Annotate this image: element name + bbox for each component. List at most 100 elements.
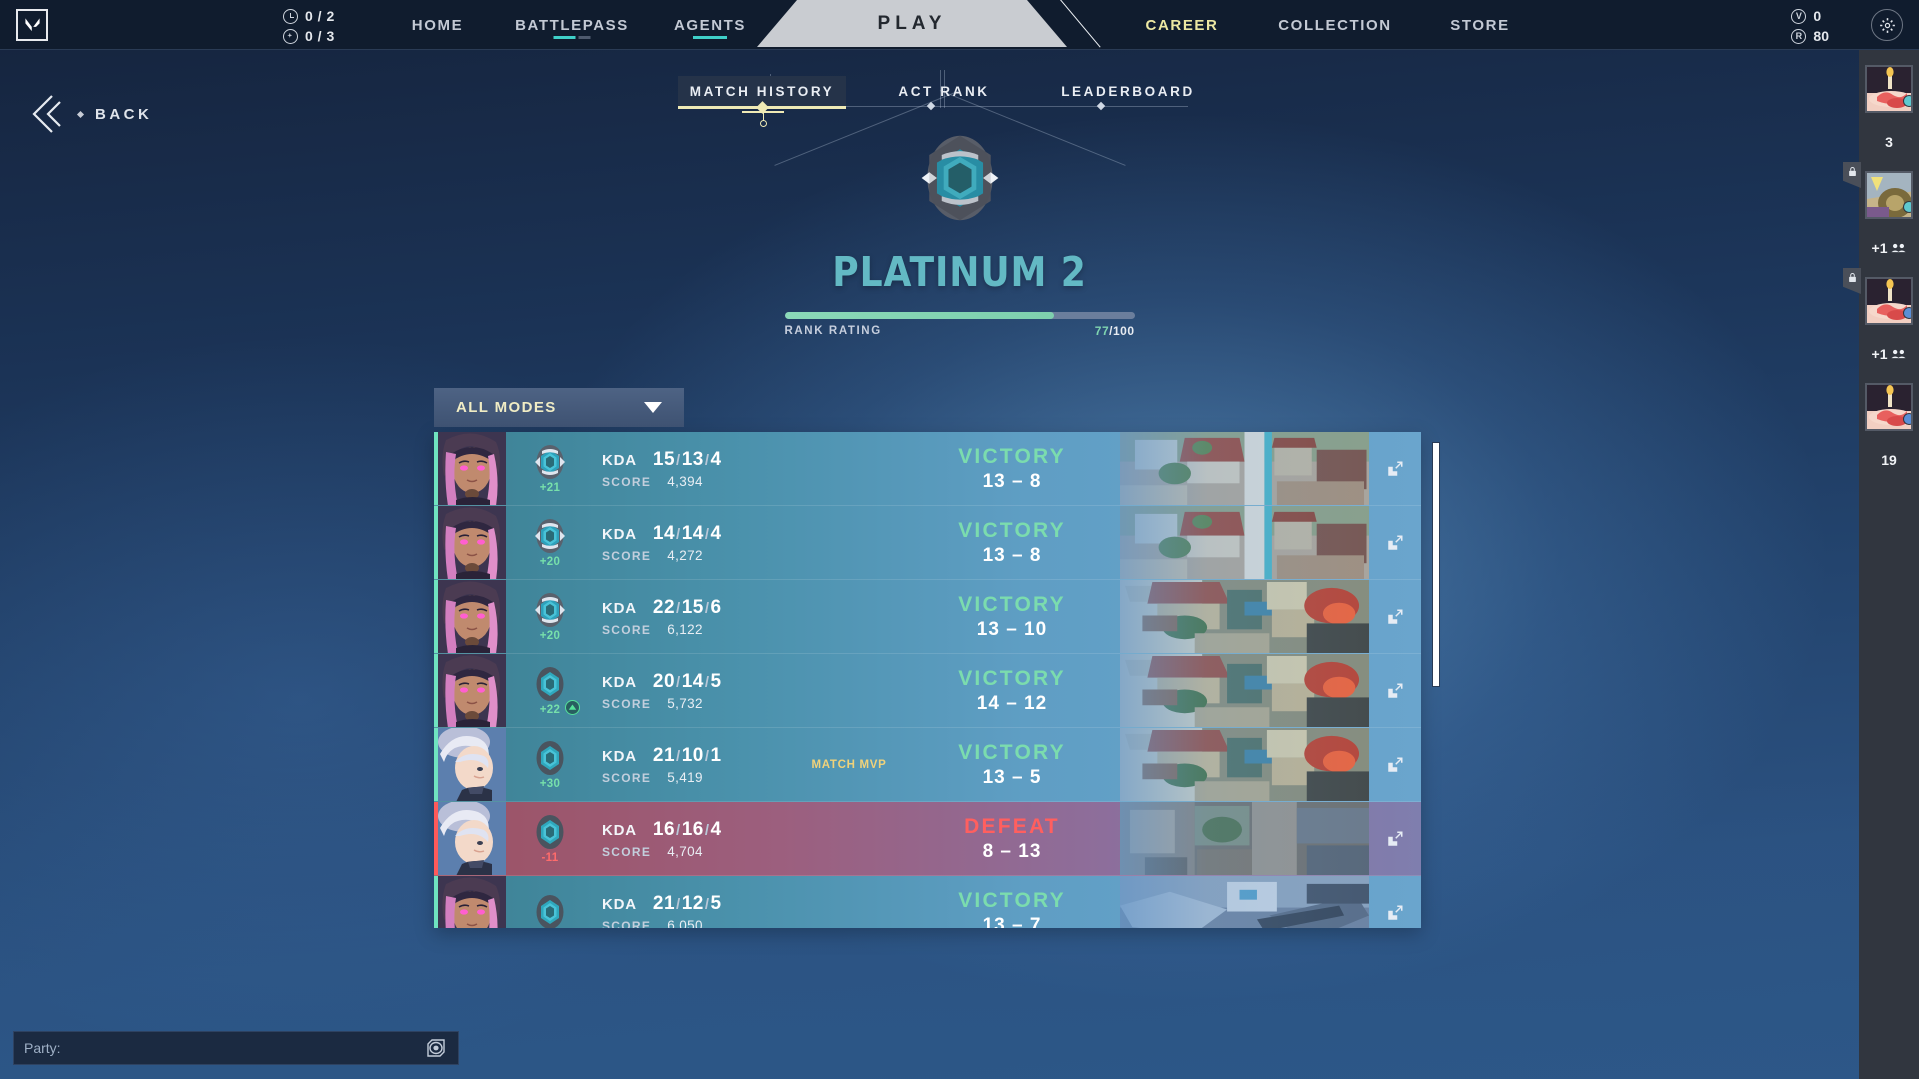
match-expand-button[interactable] — [1369, 580, 1421, 653]
kda-label: KDA — [602, 821, 637, 839]
match-map-thumbnail — [1120, 432, 1369, 505]
rail-player-card[interactable] — [1843, 156, 1919, 234]
match-rank-cell: +22 — [506, 654, 594, 727]
score-label: SCORE — [602, 696, 652, 711]
daily-mission-row[interactable]: 0 / 2 — [283, 6, 335, 26]
valorant-logo-icon[interactable] — [16, 9, 48, 41]
match-row[interactable]: KDA 21/12/5 SCORE 6,050 VICTORY 13 – 7 — [434, 876, 1421, 928]
back-separator-dot — [76, 110, 85, 118]
match-result-cell: VICTORY 13 – 5 — [904, 728, 1120, 801]
match-row[interactable]: +20 KDA 22/15/6 SCORE 6,122 VICTORY 13 –… — [434, 580, 1421, 654]
match-result-cell: VICTORY 13 – 8 — [904, 432, 1120, 505]
kda-label: KDA — [602, 895, 637, 913]
nav-label: STORE — [1450, 16, 1510, 34]
match-rank-icon — [531, 813, 569, 851]
rank-rating-bar — [784, 312, 1135, 319]
match-result-label: VICTORY — [958, 592, 1066, 616]
nav-label: BATTLEPASS — [515, 16, 629, 34]
match-stats-cell: KDA 21/12/5 SCORE 6,050 — [594, 876, 794, 929]
mvp-cell — [794, 876, 904, 928]
match-rank-cell: -11 — [506, 802, 594, 875]
score-label: SCORE — [602, 770, 652, 785]
agents-progress-underline — [693, 36, 727, 39]
tab-leaderboard[interactable]: LEADERBOARD — [1040, 76, 1216, 106]
mvp-cell: MATCH MVP — [794, 728, 904, 801]
nav-item-store[interactable]: STORE — [1425, 0, 1535, 50]
kda-values: 22/15/6 — [652, 596, 722, 618]
map-overlay-veil — [1120, 506, 1369, 579]
weekly-mission-row[interactable]: 0 / 3 — [283, 26, 335, 46]
nav-item-battlepass[interactable]: BATTLEPASS — [497, 0, 647, 50]
career-tab-bar: MATCH HISTORY ACT RANK LEADERBOARD — [0, 70, 1919, 166]
kda-values: 14/14/4 — [652, 522, 722, 544]
radianite-row[interactable]: R 80 — [1791, 26, 1829, 46]
match-rank-icon — [531, 893, 569, 928]
score-label: SCORE — [602, 622, 652, 637]
rail-player-card[interactable] — [1859, 368, 1919, 446]
mvp-cell — [794, 506, 904, 579]
match-list-scrollbar[interactable] — [1430, 432, 1442, 928]
nav-item-home[interactable]: HOME — [385, 0, 490, 50]
rank-rating-current: 77 — [1094, 324, 1110, 338]
rank-tier-title: PLATINUM 2 — [832, 248, 1087, 296]
match-expand-button[interactable] — [1369, 728, 1421, 801]
match-expand-button[interactable] — [1369, 654, 1421, 727]
match-row[interactable]: +30 KDA 21/10/1 SCORE 5,419 MATCH MVP VI… — [434, 728, 1421, 802]
match-expand-button[interactable] — [1369, 802, 1421, 875]
rail-meta-value: 3 — [1885, 134, 1893, 150]
match-stats-cell: KDA 16/16/4 SCORE 4,704 — [594, 802, 794, 875]
match-rank-cell: +21 — [506, 432, 594, 505]
agent-portrait — [438, 728, 506, 801]
score-value: 4,272 — [667, 547, 703, 563]
score-label: SCORE — [602, 474, 652, 489]
match-row[interactable]: +20 KDA 14/14/4 SCORE 4,272 VICTORY 13 –… — [434, 506, 1421, 580]
match-expand-button[interactable] — [1369, 876, 1421, 928]
match-score-line: 8 – 13 — [982, 840, 1042, 862]
match-expand-button[interactable] — [1369, 432, 1421, 505]
scrollbar-thumb[interactable] — [1432, 442, 1440, 687]
kda-values: 20/14/5 — [652, 670, 722, 692]
match-rank-icon — [531, 517, 569, 555]
match-rank-badge — [536, 815, 564, 849]
nav-item-play[interactable]: PLAY — [757, 0, 1067, 47]
match-history-list[interactable]: +21 KDA 15/13/4 SCORE 4,394 VICTORY 13 –… — [434, 432, 1421, 928]
score-label: SCORE — [602, 918, 652, 929]
player-card-thumbnail — [1865, 65, 1913, 113]
match-row[interactable]: +22 KDA 20/14/5 SCORE 5,732 VICTORY 14 –… — [434, 654, 1421, 728]
chevron-left-icon — [30, 92, 66, 136]
valorant-points-icon: V — [1791, 8, 1807, 24]
rank-up-arrow-glyph — [568, 704, 577, 710]
match-rank-icon — [531, 443, 569, 481]
match-expand-button[interactable] — [1369, 506, 1421, 579]
match-row[interactable]: +21 KDA 15/13/4 SCORE 4,394 VICTORY 13 –… — [434, 432, 1421, 506]
tab-act-rank[interactable]: ACT RANK — [870, 76, 1018, 106]
rank-rating-value: 77/100 — [1095, 324, 1135, 338]
rail-player-card[interactable] — [1859, 50, 1919, 128]
gear-icon[interactable] — [1871, 9, 1903, 41]
nav-item-collection[interactable]: COLLECTION — [1255, 0, 1415, 50]
rail-player-card[interactable] — [1843, 262, 1919, 340]
expand-icon — [1388, 905, 1403, 920]
score-value: 6,122 — [667, 621, 703, 637]
nav-item-agents[interactable]: AGENTS — [655, 0, 765, 50]
party-settings-icon[interactable] — [424, 1036, 448, 1060]
map-overlay-veil — [1120, 432, 1369, 505]
match-row[interactable]: -11 KDA 16/16/4 SCORE 4,704 DEFEAT 8 – 1… — [434, 802, 1421, 876]
match-result-label: DEFEAT — [964, 814, 1060, 838]
score-value: 5,732 — [667, 695, 703, 711]
match-map-thumbnail — [1120, 728, 1369, 801]
social-rail[interactable]: 3 +1 +1 19 — [1843, 50, 1919, 1079]
valorant-points-row[interactable]: V 0 — [1791, 6, 1829, 26]
rank-summary: PLATINUM 2 RANK RATING 77/100 — [0, 130, 1919, 338]
daily-mission-value: 0 / 2 — [305, 8, 335, 24]
nav-item-career[interactable]: CAREER — [1127, 0, 1237, 50]
back-button[interactable]: BACK — [30, 92, 152, 136]
party-bar[interactable]: Party: — [13, 1031, 459, 1065]
nav-label: AGENTS — [673, 16, 747, 34]
mvp-cell — [794, 802, 904, 875]
match-score-line: 13 – 5 — [982, 766, 1042, 788]
kda-values: 16/16/4 — [652, 818, 722, 840]
mode-filter-dropdown[interactable]: ALL MODES — [434, 388, 684, 427]
player-card-thumbnail — [1865, 171, 1913, 219]
kda-values: 21/10/1 — [652, 744, 722, 766]
